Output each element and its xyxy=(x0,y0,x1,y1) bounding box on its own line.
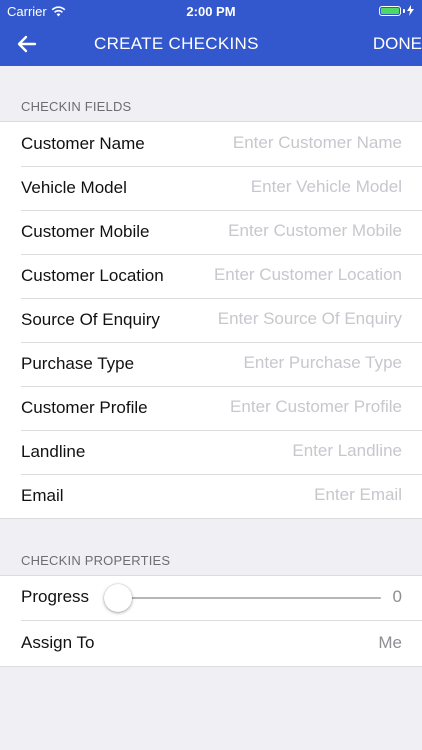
customer-name-input[interactable] xyxy=(202,130,402,156)
source-of-enquiry-input[interactable] xyxy=(202,306,402,332)
field-label: Purchase Type xyxy=(21,354,135,373)
back-arrow-icon[interactable] xyxy=(14,31,40,57)
navigation-bar: CREATE CHECKINS DONE xyxy=(0,22,422,66)
progress-row: Progress 0 xyxy=(0,576,422,620)
done-button[interactable]: DONE xyxy=(373,34,422,54)
field-row-customer-profile[interactable]: Customer Profile xyxy=(0,386,422,430)
progress-label: Progress xyxy=(21,587,90,606)
app-header: Carrier 2:00 PM CREATE CHECKINS DONE xyxy=(0,0,422,66)
field-row-purchase-type[interactable]: Purchase Type xyxy=(0,342,422,386)
section-header-checkin-properties: CHECKIN PROPERTIES xyxy=(21,553,171,568)
field-label: Landline xyxy=(21,442,86,461)
field-row-email[interactable]: Email xyxy=(0,474,422,518)
field-label: Vehicle Model xyxy=(21,178,127,197)
assign-to-row[interactable]: Assign To Me xyxy=(0,620,422,666)
status-bar: Carrier 2:00 PM xyxy=(0,0,422,22)
purchase-type-input[interactable] xyxy=(202,350,402,376)
field-label: Email xyxy=(21,486,64,505)
field-label: Source Of Enquiry xyxy=(21,310,160,329)
progress-slider-track[interactable] xyxy=(118,597,381,599)
customer-mobile-input[interactable] xyxy=(202,218,402,244)
vehicle-model-input[interactable] xyxy=(202,174,402,200)
field-row-vehicle-model[interactable]: Vehicle Model xyxy=(0,166,422,210)
landline-input[interactable] xyxy=(202,438,402,464)
battery-icon xyxy=(379,5,414,16)
field-row-landline[interactable]: Landline xyxy=(0,430,422,474)
field-row-source-of-enquiry[interactable]: Source Of Enquiry xyxy=(0,298,422,342)
field-label: Customer Mobile xyxy=(21,222,150,241)
assign-to-label: Assign To xyxy=(21,633,95,652)
field-label: Customer Name xyxy=(21,134,145,153)
section-header-checkin-fields: CHECKIN FIELDS xyxy=(21,99,132,114)
assign-to-value: Me xyxy=(378,633,402,652)
status-time: 2:00 PM xyxy=(186,4,236,19)
field-label: Customer Profile xyxy=(21,398,148,417)
progress-slider-thumb[interactable] xyxy=(104,584,132,612)
customer-profile-input[interactable] xyxy=(202,394,402,420)
checkin-fields-group: Customer Name Vehicle Model Customer Mob… xyxy=(0,121,422,519)
field-label: Customer Location xyxy=(21,266,164,285)
checkin-properties-group: Progress 0 Assign To Me xyxy=(0,575,422,667)
field-row-customer-name[interactable]: Customer Name xyxy=(0,122,422,166)
page-title: CREATE CHECKINS xyxy=(94,34,259,53)
email-input[interactable] xyxy=(202,482,402,508)
field-row-customer-mobile[interactable]: Customer Mobile xyxy=(0,210,422,254)
charging-icon xyxy=(407,5,414,16)
field-row-customer-location[interactable]: Customer Location xyxy=(0,254,422,298)
progress-value: 0 xyxy=(392,587,402,606)
customer-location-input[interactable] xyxy=(202,262,402,288)
